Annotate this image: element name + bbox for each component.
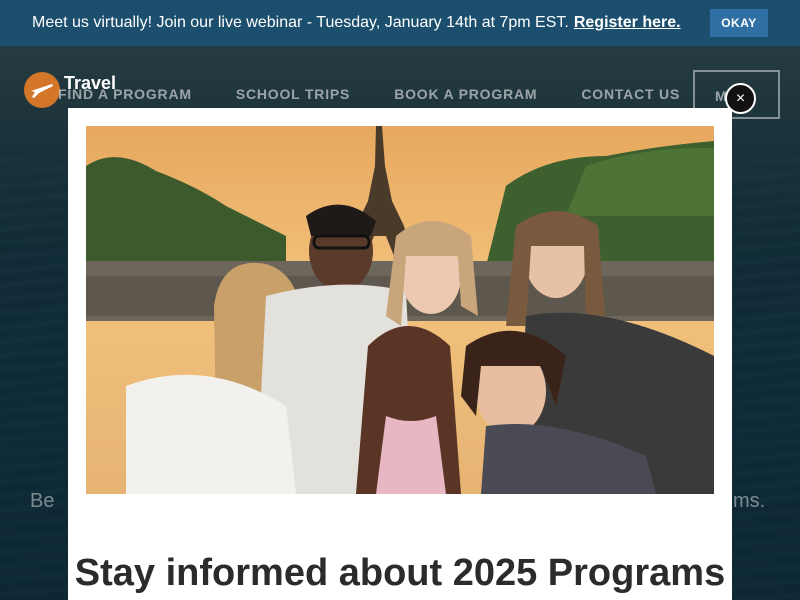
- modal-photo: [86, 126, 714, 494]
- main-nav: FIND A PROGRAM SCHOOL TRIPS BOOK A PROGR…: [58, 86, 724, 102]
- hero-text-fragment-left: Be: [30, 490, 55, 512]
- register-link[interactable]: Register here.: [574, 14, 681, 32]
- close-icon[interactable]: ×: [725, 83, 756, 114]
- newsletter-modal: Stay informed about 2025 Programs: [68, 108, 732, 600]
- hero-text-fragment-right: ms.: [733, 490, 766, 512]
- plane-logo-icon: [24, 72, 60, 108]
- nav-find-a-program[interactable]: FIND A PROGRAM: [58, 86, 192, 102]
- announcement-banner: Meet us virtually! Join our live webinar…: [0, 0, 800, 46]
- okay-button[interactable]: OKAY: [710, 9, 768, 37]
- modal-title: Stay informed about 2025 Programs: [74, 552, 726, 594]
- nav-contact-us[interactable]: CONTACT US: [581, 86, 680, 102]
- banner-text: Meet us virtually! Join our live webinar…: [32, 14, 569, 31]
- nav-book-a-program[interactable]: BOOK A PROGRAM: [394, 86, 537, 102]
- nav-school-trips[interactable]: SCHOOL TRIPS: [236, 86, 350, 102]
